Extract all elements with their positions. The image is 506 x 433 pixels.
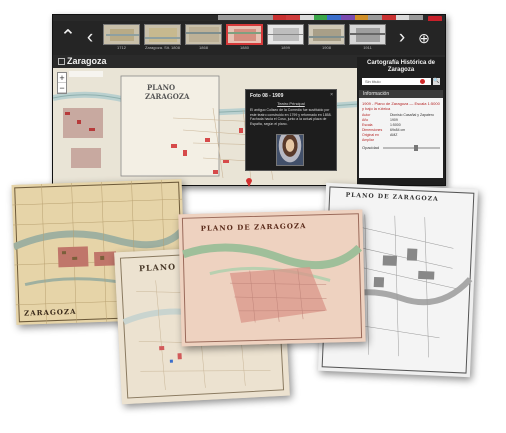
- thumbnail-image: [226, 24, 263, 45]
- timeline-thumbnail[interactable]: 1911: [349, 24, 386, 51]
- accent-strip-segment: [300, 15, 314, 20]
- thumbnail-caption: 1908: [322, 45, 331, 50]
- sidebar-title: Cartografía Histórica de Zaragoza: [366, 60, 436, 73]
- thumbnail-image: [267, 24, 304, 45]
- thumbnail-caption: 1712: [117, 45, 126, 50]
- accent-strip-segment: [313, 15, 328, 20]
- chevron-up-icon[interactable]: ⌃: [57, 25, 79, 51]
- map-pin-icon[interactable]: [246, 178, 252, 187]
- opacity-control: Opacidad: [362, 144, 440, 151]
- field-value: [390, 138, 440, 143]
- thumbnail-image: [349, 24, 386, 45]
- clear-search-icon[interactable]: [420, 79, 425, 84]
- timeline-thumbnail[interactable]: 1868: [185, 24, 222, 51]
- popup-link[interactable]: Teatro Principal: [250, 101, 332, 106]
- accent-strip-segment: [409, 15, 424, 20]
- tab-information[interactable]: Información: [359, 90, 443, 98]
- information-panel: 1909 - Plano de Zaragoza — Escala 1:5000…: [359, 98, 443, 178]
- collage: ⌃ ‹ 1712 Zaragoza. Sit. 1808 1868 1880 1…: [0, 0, 506, 433]
- accent-strip-segment: [395, 15, 410, 20]
- accent-strip-segment: [327, 15, 342, 20]
- thumbnail-caption: 1911: [363, 45, 372, 50]
- accent-strip-segment: [218, 15, 232, 20]
- zoom-control: + −: [57, 72, 67, 94]
- search-icon[interactable]: 🔍: [433, 78, 440, 85]
- search-input[interactable]: Sin título 🔍: [362, 78, 440, 85]
- thumbnail-caption: Zaragoza. Sit. 1808: [145, 45, 180, 50]
- accent-strip-segment: [245, 15, 260, 20]
- info-popup: Foto 08 - 1909 × Teatro Principal El ant…: [245, 89, 337, 171]
- search-value: Sin título: [365, 79, 381, 84]
- accent-strip-segment: [272, 15, 287, 20]
- thumbnail-image: [103, 24, 140, 45]
- portrait-image: [276, 134, 304, 166]
- accent-strip: [218, 15, 424, 20]
- document-title: 1909 - Plano de Zaragoza — Escala 1:5000…: [362, 101, 440, 111]
- accent-strip-segment: [231, 15, 246, 20]
- zoom-in-button[interactable]: +: [58, 73, 66, 83]
- accent-strip-segment: [382, 15, 396, 20]
- chevron-right-icon[interactable]: ›: [391, 25, 413, 51]
- svg-text:PLANO: PLANO: [147, 83, 175, 92]
- sheet-title: ZARAGOZA: [23, 306, 77, 318]
- tab-label: Información: [363, 91, 390, 97]
- popup-text: El antiguo Coliseo de la Comedia fue sus…: [250, 108, 332, 126]
- app-brand: Zaragoza: [58, 56, 107, 66]
- accent-strip-segment: [368, 15, 383, 20]
- zoom-out-button[interactable]: −: [58, 83, 66, 93]
- timeline-thumbnail[interactable]: 1899: [267, 24, 304, 51]
- close-icon[interactable]: ×: [330, 92, 333, 98]
- accent-strip-segment: [286, 15, 301, 20]
- thumbnail-image: [144, 24, 181, 45]
- timeline-thumbnail[interactable]: 1908: [308, 24, 345, 51]
- field-row[interactable]: Ampliar: [362, 138, 440, 143]
- brand-label: Zaragoza: [67, 56, 107, 66]
- accent-strip-segment: [341, 15, 355, 20]
- accent-strip-segment: [354, 15, 369, 20]
- layers-icon: [58, 58, 65, 65]
- opacity-label: Opacidad: [362, 145, 380, 150]
- thumbnail-image: [185, 24, 222, 45]
- timeline-thumbnail-selected[interactable]: 1880: [226, 24, 263, 51]
- timeline-thumbnail[interactable]: 1712: [103, 24, 140, 51]
- popup-title: Foto 08 - 1909: [250, 93, 284, 99]
- thumbnail-image: [308, 24, 345, 45]
- accent-strip-segment: [259, 15, 273, 20]
- chevron-left-icon[interactable]: ‹: [79, 25, 101, 51]
- map-sheet-pink: PLANO DE ZARAGOZA: [178, 209, 366, 347]
- map-timeline: ⌃ ‹ 1712 Zaragoza. Sit. 1808 1868 1880 1…: [53, 21, 445, 55]
- opacity-slider[interactable]: [383, 144, 440, 151]
- sidebar: Cartografía Histórica de Zaragoza Sin tí…: [357, 57, 445, 185]
- app-window: ⌃ ‹ 1712 Zaragoza. Sit. 1808 1868 1880 1…: [52, 14, 446, 186]
- svg-text:ZARAGOZA: ZARAGOZA: [145, 92, 190, 101]
- map-toolbar[interactable]: [69, 71, 103, 77]
- slider-knob[interactable]: [414, 144, 419, 151]
- thumbnail-caption: 1880: [240, 45, 249, 50]
- field-key[interactable]: Ampliar: [362, 138, 390, 143]
- timeline-thumbnail[interactable]: Zaragoza. Sit. 1808: [144, 24, 181, 51]
- zoom-icon[interactable]: ⊕: [413, 25, 435, 51]
- thumbnail-caption: 1868: [199, 45, 208, 50]
- thumbnail-caption: 1899: [281, 45, 290, 50]
